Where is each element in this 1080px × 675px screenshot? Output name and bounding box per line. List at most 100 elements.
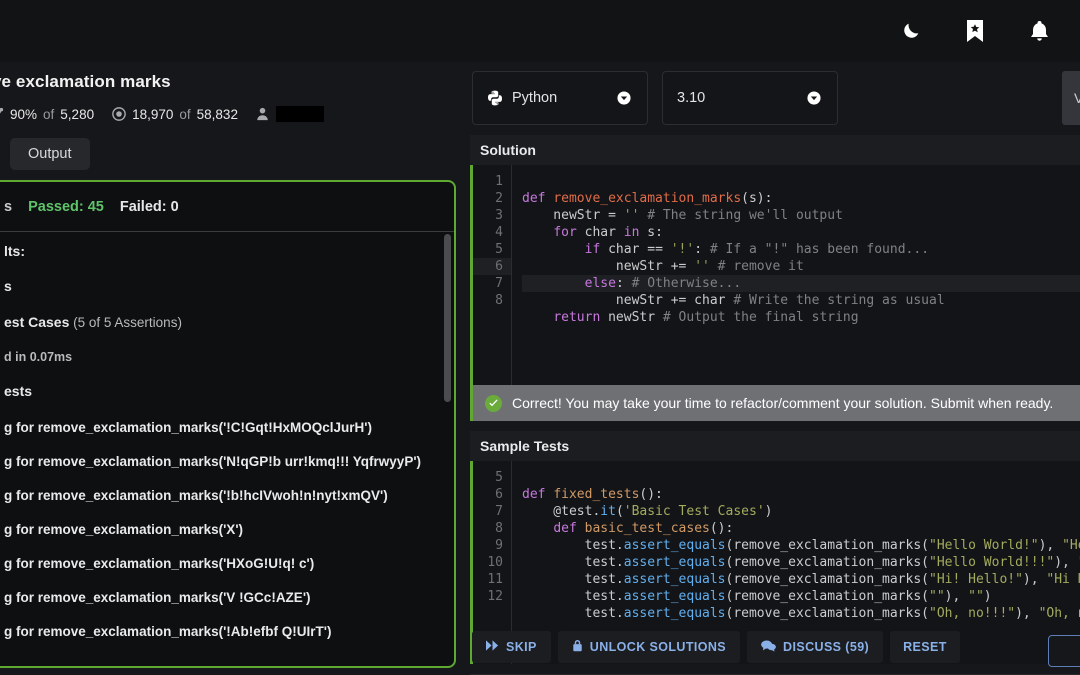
line-number: 12 — [487, 589, 503, 604]
satisfaction-stat: 18,970 of 58,832 — [112, 107, 238, 122]
skip-label: SKIP — [506, 640, 537, 654]
completion-percent: 90% — [10, 106, 38, 122]
test-results-body[interactable]: lts: s est Cases (5 of 5 Assertions) d i… — [0, 232, 454, 666]
line-number: 10 — [487, 555, 503, 570]
top-bar — [0, 0, 1080, 62]
reset-button[interactable]: RESET — [890, 631, 960, 663]
tab-output[interactable]: Output — [10, 138, 90, 170]
language-select-value: Python — [512, 90, 558, 106]
view-solutions-button[interactable]: V — [1062, 71, 1080, 125]
discuss-label: DISCUSS (59) — [783, 640, 870, 654]
solution-status-bar: Correct! You may take your time to refac… — [470, 385, 1080, 421]
line-number: 6 — [495, 487, 503, 502]
line-number-blank — [473, 309, 511, 326]
lock-icon — [572, 639, 583, 655]
solution-editor[interactable]: 1 2 3 4 5 6 7 8 def remove_exclamation_m… — [470, 165, 1080, 385]
satisfaction-count: 18,970 — [132, 106, 174, 122]
result-log-line: g for remove_exclamation_marks('!C!Gqt!H… — [4, 419, 373, 435]
code-line: def fixed_tests(): — [522, 487, 663, 502]
result-log-line: g for remove_exclamation_marks('!Ab!efbf… — [4, 623, 332, 639]
result-line: s — [4, 278, 12, 295]
dark-mode-icon[interactable] — [898, 18, 924, 44]
user-icon — [256, 107, 270, 121]
line-number: 9 — [495, 538, 503, 553]
test-results-header: s Passed: 45 Failed: 0 — [0, 182, 454, 232]
code-line: @test.it('Basic Test Cases') — [522, 504, 773, 519]
kata-stats: 90% of 5,280 18,970 of 58,832 — [0, 106, 460, 122]
result-log-line: g for remove_exclamation_marks('!b!hcIVw… — [4, 487, 388, 503]
version-select[interactable]: 3.10 — [662, 71, 838, 125]
satellite-dish-icon — [0, 107, 4, 121]
discuss-button[interactable]: DISCUSS (59) — [747, 631, 884, 663]
code-line: test.assert_equals(remove_exclamation_ma… — [522, 606, 1080, 621]
python-icon — [487, 90, 503, 106]
code-line: newStr = '' # The string we'll output — [522, 208, 843, 223]
solution-panel-title: Solution — [480, 142, 536, 158]
comments-icon — [761, 640, 776, 655]
line-number: 8 — [495, 293, 503, 308]
result-log-line: g for remove_exclamation_marks('X') — [4, 521, 244, 537]
line-number: 7 — [495, 276, 503, 291]
unlock-solutions-button[interactable]: UNLOCK SOLUTIONS — [557, 631, 741, 663]
username-redacted — [275, 106, 324, 122]
results-time: s — [4, 198, 13, 215]
code-line: if char == '!': # If a "!" has been foun… — [584, 242, 930, 257]
test-results-box: s Passed: 45 Failed: 0 lts: s est Cases … — [0, 180, 456, 668]
line-number: 1 — [495, 174, 503, 189]
satisfaction-of: of — [179, 106, 191, 122]
code-line: return newStr # Output the final string — [553, 310, 859, 325]
version-select-value: 3.10 — [677, 90, 706, 106]
line-number: 5 — [495, 470, 503, 485]
code-line: def basic_test_cases(): — [553, 521, 734, 536]
solution-panel: Solution 1 2 3 4 5 6 7 8 def remove_excl… — [470, 135, 1080, 421]
satisfaction-total: 58,832 — [196, 106, 238, 122]
output-tab-row: Output — [10, 138, 460, 170]
sample-tests-panel-title: Sample Tests — [480, 438, 570, 454]
result-log-line: g for remove_exclamation_marks('HXoG!U!q… — [4, 555, 315, 571]
check-circle-icon — [485, 394, 502, 412]
line-number: 8 — [495, 521, 503, 536]
notifications-icon[interactable] — [1026, 18, 1052, 44]
unlock-solutions-label: UNLOCK SOLUTIONS — [589, 640, 727, 654]
solution-code[interactable]: def remove_exclamation_marks(s): newStr … — [511, 165, 1080, 385]
result-line-group: est Cases (5 of 5 Assertions) — [4, 313, 440, 331]
bookmark-icon[interactable] — [962, 18, 988, 44]
fast-forward-icon — [486, 640, 499, 654]
result-log-line: g for remove_exclamation_marks('N!qGP!b … — [4, 453, 422, 469]
code-line: newStr += char # Write the string as usu… — [522, 293, 945, 308]
results-scrollbar[interactable] — [444, 234, 451, 402]
results-passed: Passed: 45 — [28, 198, 104, 215]
test-button[interactable] — [1048, 635, 1080, 667]
line-number: 4 — [495, 225, 503, 240]
line-number: 2 — [495, 191, 503, 206]
completion-total: 5,280 — [60, 106, 95, 122]
solution-line-numbers: 1 2 3 4 5 6 7 8 — [473, 165, 511, 385]
code-line: test.assert_equals(remove_exclamation_ma… — [522, 538, 1080, 553]
editor-panel: Python 3.10 V Solution 1 2 3 4 5 6 7 8 d… — [470, 62, 1080, 675]
code-line: test.assert_equals(remove_exclamation_ma… — [522, 555, 1080, 570]
reset-label: RESET — [903, 640, 947, 654]
result-group-title: est Cases — [4, 313, 70, 330]
line-number: 3 — [495, 208, 503, 223]
code-line: def remove_exclamation_marks(s): — [522, 191, 773, 206]
page-title: ve exclamation marks — [0, 72, 171, 91]
results-failed: Failed: 0 — [119, 198, 179, 215]
line-number: 11 — [487, 572, 503, 587]
result-log-line: g for remove_exclamation_marks('V !GCc!A… — [4, 589, 311, 605]
code-line: test.assert_equals(remove_exclamation_ma… — [522, 589, 992, 604]
skip-button[interactable]: SKIP — [472, 631, 551, 663]
status-message: Correct! You may take your time to refac… — [512, 395, 1054, 411]
user-stat — [256, 106, 324, 122]
line-number: 7 — [495, 504, 503, 519]
code-line: for char in s: — [553, 225, 663, 240]
code-line: test.assert_equals(remove_exclamation_ma… — [522, 572, 1080, 587]
kata-panel: ve exclamation marks 90% of 5,280 18,970… — [0, 62, 460, 675]
target-icon — [112, 107, 126, 121]
line-number: 5 — [495, 242, 503, 257]
selector-row: Python 3.10 V — [470, 62, 1080, 125]
result-line: lts: — [4, 243, 25, 259]
completion-of: of — [43, 106, 55, 122]
language-select[interactable]: Python — [472, 71, 648, 125]
line-number: 6 — [473, 258, 511, 275]
